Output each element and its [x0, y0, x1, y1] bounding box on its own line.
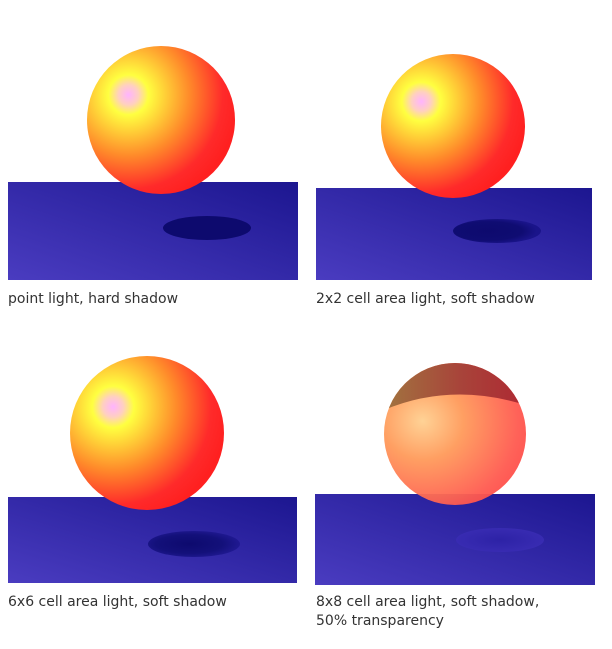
floor-plane [315, 494, 595, 585]
sphere-shadow [163, 216, 251, 240]
render-image [8, 356, 297, 583]
sphere-shadow [453, 219, 541, 243]
sphere [70, 356, 224, 510]
floor-plane [316, 188, 592, 280]
caption-area-light-8x8: 8x8 cell area light, soft shadow, 50% tr… [316, 593, 539, 631]
sphere-shadow [456, 528, 544, 552]
caption-point-light: point light, hard shadow [8, 290, 178, 309]
caption-line: point light, hard shadow [8, 291, 179, 307]
render-image [316, 54, 592, 280]
caption-line: 8x8 cell area light, soft shadow, [316, 594, 540, 610]
render-image [315, 363, 595, 585]
caption-area-light-6x6: 6x6 cell area light, soft shadow [8, 593, 227, 612]
caption-area-light-2x2: 2x2 cell area light, soft shadow [316, 290, 535, 309]
caption-line: 6x6 cell area light, soft shadow [8, 594, 227, 610]
sphere [381, 54, 525, 198]
render-panel-point-light [8, 40, 300, 282]
transparent-sphere [384, 363, 526, 505]
render-panel-area-light-8x8-transparent [315, 354, 597, 588]
caption-line: 2x2 cell area light, soft shadow [316, 291, 535, 307]
render-image [8, 46, 298, 280]
sphere [87, 46, 235, 194]
floor-plane [8, 182, 298, 280]
render-panel-area-light-2x2 [316, 46, 594, 282]
render-panel-area-light-6x6 [8, 352, 300, 586]
caption-line: 50% transparency [316, 613, 444, 629]
sphere-shadow [148, 531, 240, 557]
